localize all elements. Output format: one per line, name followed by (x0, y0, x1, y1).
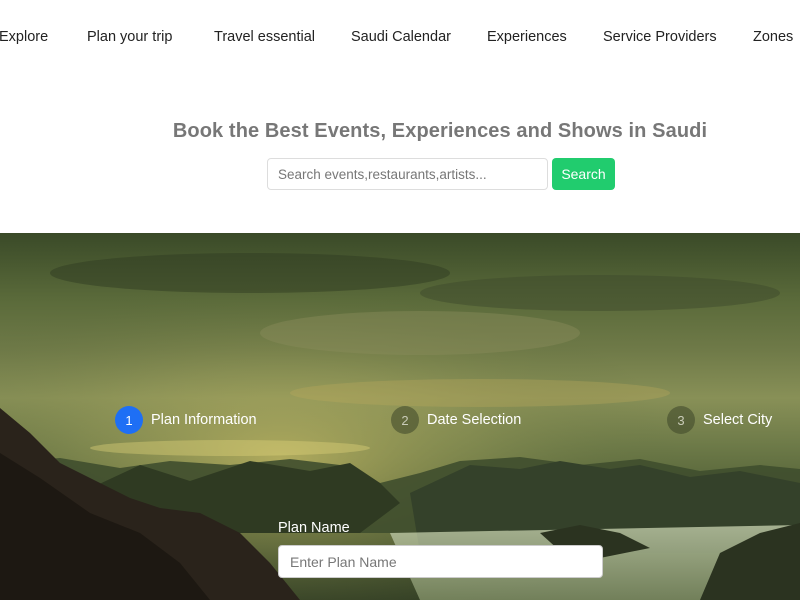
step-select-city[interactable]: 3 Select City (667, 406, 772, 434)
plan-name-label: Plan Name (278, 520, 350, 536)
step-label: Select City (703, 412, 773, 428)
nav-item-explore[interactable]: Explore (0, 29, 48, 45)
step-number: 3 (667, 406, 695, 434)
step-number: 2 (391, 406, 419, 434)
step-plan-information[interactable]: 1 Plan Information (115, 406, 257, 434)
hero-title: Book the Best Events, Experiences and Sh… (172, 120, 708, 142)
plan-name-input[interactable] (278, 545, 603, 578)
nav-item-zones[interactable]: Zones (753, 29, 793, 45)
nav-item-saudi-calendar[interactable]: Saudi Calendar (351, 29, 451, 45)
step-label: Plan Information (151, 412, 257, 428)
top-navigation: Explore Plan your trip Travel essential … (0, 0, 800, 76)
search-button[interactable]: Search (552, 158, 615, 190)
nav-item-experiences[interactable]: Experiences (487, 29, 567, 45)
step-date-selection[interactable]: 2 Date Selection (391, 406, 521, 434)
nav-item-travel-essential[interactable]: Travel essential (214, 29, 315, 45)
step-number: 1 (115, 406, 143, 434)
nav-item-service-providers[interactable]: Service Providers (603, 29, 717, 45)
step-label: Date Selection (427, 412, 522, 428)
nav-item-plan-your-trip[interactable]: Plan your trip (87, 29, 172, 45)
search-input[interactable] (267, 158, 548, 190)
